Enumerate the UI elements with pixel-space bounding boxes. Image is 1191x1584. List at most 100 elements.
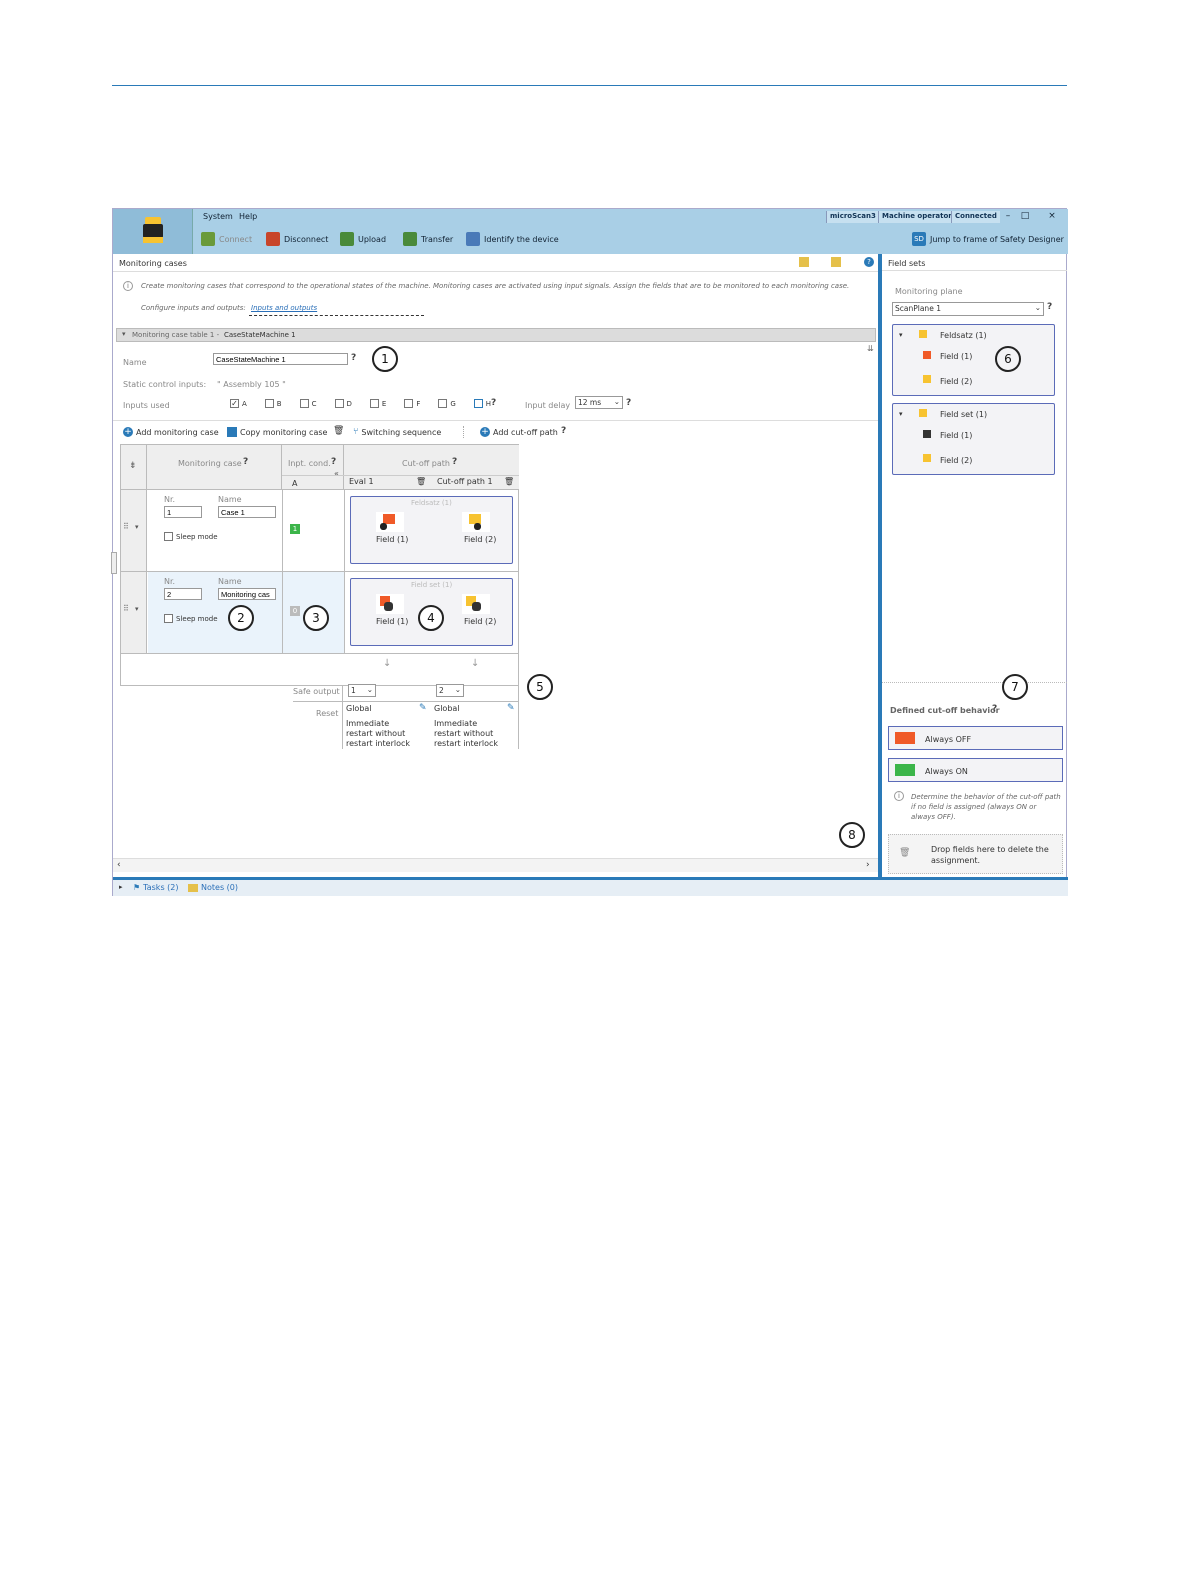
case-name-input[interactable]	[218, 506, 276, 518]
field-label: Field (2)	[464, 535, 497, 544]
eval-trash-icon[interactable]: 🗑	[416, 477, 426, 486]
name-input[interactable]	[213, 353, 348, 365]
table-header-prefix: Monitoring case table 1 -	[132, 331, 220, 339]
collapse-chevron-icon[interactable]: ▾	[122, 330, 126, 338]
plus-icon: +	[123, 427, 133, 437]
cutoff-help-icon[interactable]: ?	[561, 426, 566, 436]
inputs-outputs-link[interactable]: Inputs and outputs	[251, 304, 317, 312]
notes-tab[interactable]: Notes (0)	[188, 883, 238, 892]
always-off-button[interactable]: Always OFF	[888, 726, 1063, 750]
case-nr-input[interactable]	[164, 588, 202, 600]
minimize-icon[interactable]: –	[1001, 211, 1015, 223]
input-checkbox-g[interactable]: G	[438, 399, 456, 408]
expand-all-icon[interactable]: ⇟	[129, 461, 137, 471]
drop-zone[interactable]: 🗑 Drop fields here to delete the assignm…	[888, 834, 1063, 874]
monitoring-cases-panel: Monitoring cases ? i Create monitoring c…	[111, 254, 878, 880]
field-set-card[interactable]: Feldsatz (1) Field (1) Field (2)	[350, 496, 513, 564]
arrow-down-icon: ↓	[383, 658, 392, 669]
field-name[interactable]: Field (1)	[940, 352, 972, 361]
tasks-icon[interactable]	[799, 257, 809, 267]
case-name-input[interactable]	[218, 588, 276, 600]
cutoff-behavior-help-icon[interactable]: ?	[992, 704, 997, 714]
field-icon	[923, 375, 931, 383]
name-help-icon[interactable]: ?	[351, 353, 356, 363]
input-checkbox-e[interactable]: E	[369, 399, 386, 408]
case-nr-input[interactable]	[164, 506, 202, 518]
toolbar-separator	[463, 426, 464, 438]
input-delay-select[interactable]: 12 ms ⌄	[575, 396, 623, 409]
tasks-tab[interactable]: ⚑ Tasks (2)	[133, 883, 178, 892]
inputs-help-icon[interactable]: ?	[491, 398, 496, 408]
path-help-icon[interactable]: ?	[452, 457, 457, 467]
transfer-button[interactable]: Transfer	[403, 231, 453, 247]
off-swatch	[895, 732, 915, 744]
path-trash-icon[interactable]: 🗑	[504, 477, 514, 486]
edit-pencil-icon[interactable]: ✎	[507, 703, 515, 713]
switching-sequence-button[interactable]: ⑂ Switching sequence	[353, 427, 441, 437]
collapse-left-icon[interactable]: «	[334, 469, 339, 478]
identify-device-button[interactable]: Identify the device	[466, 231, 559, 247]
safe-output-select-1[interactable]: 1 ⌄	[348, 684, 376, 697]
drag-handle-icon[interactable]: ⠿	[123, 522, 129, 531]
upload-button[interactable]: Upload	[340, 231, 386, 247]
tree-chevron-icon[interactable]: ▾	[899, 331, 903, 339]
add-cutoff-path-button[interactable]: + Add cut-off path	[480, 427, 558, 437]
tree-chevron-icon[interactable]: ▾	[899, 410, 903, 418]
input-checkbox-d[interactable]: D	[334, 399, 352, 408]
jump-safety-designer-button[interactable]: SD Jump to frame of Safety Designer	[912, 231, 1064, 247]
input-checkbox-b[interactable]: B	[264, 399, 282, 408]
field-name[interactable]: Field (1)	[940, 431, 972, 440]
cond-badge[interactable]: 1	[290, 524, 300, 534]
horizontal-scrollbar[interactable]: ‹ ›	[113, 858, 878, 872]
cond-badge[interactable]: 0	[290, 606, 300, 616]
disconnect-button[interactable]: Disconnect	[266, 231, 328, 247]
notes-icon[interactable]	[831, 257, 841, 267]
row-chevron-icon[interactable]: ▾	[135, 605, 139, 613]
scroll-left-icon[interactable]: ‹	[117, 860, 121, 870]
input-checkbox-a[interactable]: ✓ A	[230, 399, 247, 408]
field-set-name: Feldsatz (1)	[940, 331, 987, 340]
field-set-tree[interactable]: ▾ Feldsatz (1) Field (1) Field (2)	[892, 324, 1055, 396]
scroll-right-icon[interactable]: ›	[866, 860, 870, 870]
field-label: Field (2)	[464, 617, 497, 626]
drag-handle-icon[interactable]: ⠿	[123, 604, 129, 613]
field-sets-title: Field sets	[888, 259, 926, 268]
collapse-all-icon[interactable]: ⇊	[867, 344, 874, 353]
sleep-mode-checkbox[interactable]: Sleep mode	[164, 614, 218, 623]
copy-monitoring-case-button[interactable]: Copy monitoring case	[227, 427, 327, 437]
table-row[interactable]: ⠿ ▾ Nr. Name Sleep mode 1 Feldsatz (1) F…	[121, 490, 519, 572]
input-checkbox-f[interactable]: F	[404, 399, 420, 408]
trash-icon: 🗑	[899, 848, 911, 858]
input-delay-help-icon[interactable]: ?	[626, 398, 631, 408]
field-set-tree[interactable]: ▾ Field set (1) Field (1) Field (2)	[892, 403, 1055, 475]
menu-system[interactable]: System	[203, 212, 233, 221]
app-header: System Help Connect Disconnect Upload Tr…	[113, 209, 1068, 254]
sleep-mode-checkbox[interactable]: Sleep mode	[164, 532, 218, 541]
case-table-header[interactable]: ▾ Monitoring case table 1 - CaseStateMac…	[116, 328, 876, 342]
input-checkbox-c[interactable]: C	[299, 399, 317, 408]
cond-help-icon[interactable]: ?	[331, 457, 336, 467]
callout-3: 3	[303, 605, 329, 631]
field-name[interactable]: Field (2)	[940, 377, 972, 386]
safe-output-select-2[interactable]: 2 ⌄	[436, 684, 464, 697]
input-checkbox-h[interactable]: H	[473, 399, 491, 408]
always-on-button[interactable]: Always ON	[888, 758, 1063, 782]
plane-help-icon[interactable]: ?	[1047, 302, 1052, 312]
bottom-expand-icon[interactable]: ▸	[119, 883, 123, 891]
menu-help[interactable]: Help	[239, 212, 257, 221]
field-icon	[923, 351, 931, 359]
callout-5: 5	[527, 674, 553, 700]
monitoring-plane-select[interactable]: ScanPlane 1 ⌄	[892, 302, 1044, 316]
side-expand-handle[interactable]	[111, 552, 117, 574]
maximize-icon[interactable]: □	[1018, 211, 1032, 223]
edit-pencil-icon[interactable]: ✎	[419, 703, 427, 713]
case-help-icon[interactable]: ?	[243, 457, 248, 467]
row-chevron-icon[interactable]: ▾	[135, 523, 139, 531]
help-icon[interactable]: ?	[864, 257, 874, 267]
field-name[interactable]: Field (2)	[940, 456, 972, 465]
trash-icon[interactable]: 🗑	[333, 426, 344, 436]
close-icon[interactable]: ×	[1045, 211, 1059, 223]
connect-button[interactable]: Connect	[201, 231, 252, 247]
add-monitoring-case-button[interactable]: + Add monitoring case	[123, 427, 219, 437]
static-inputs-value: " Assembly 105 "	[217, 380, 286, 389]
